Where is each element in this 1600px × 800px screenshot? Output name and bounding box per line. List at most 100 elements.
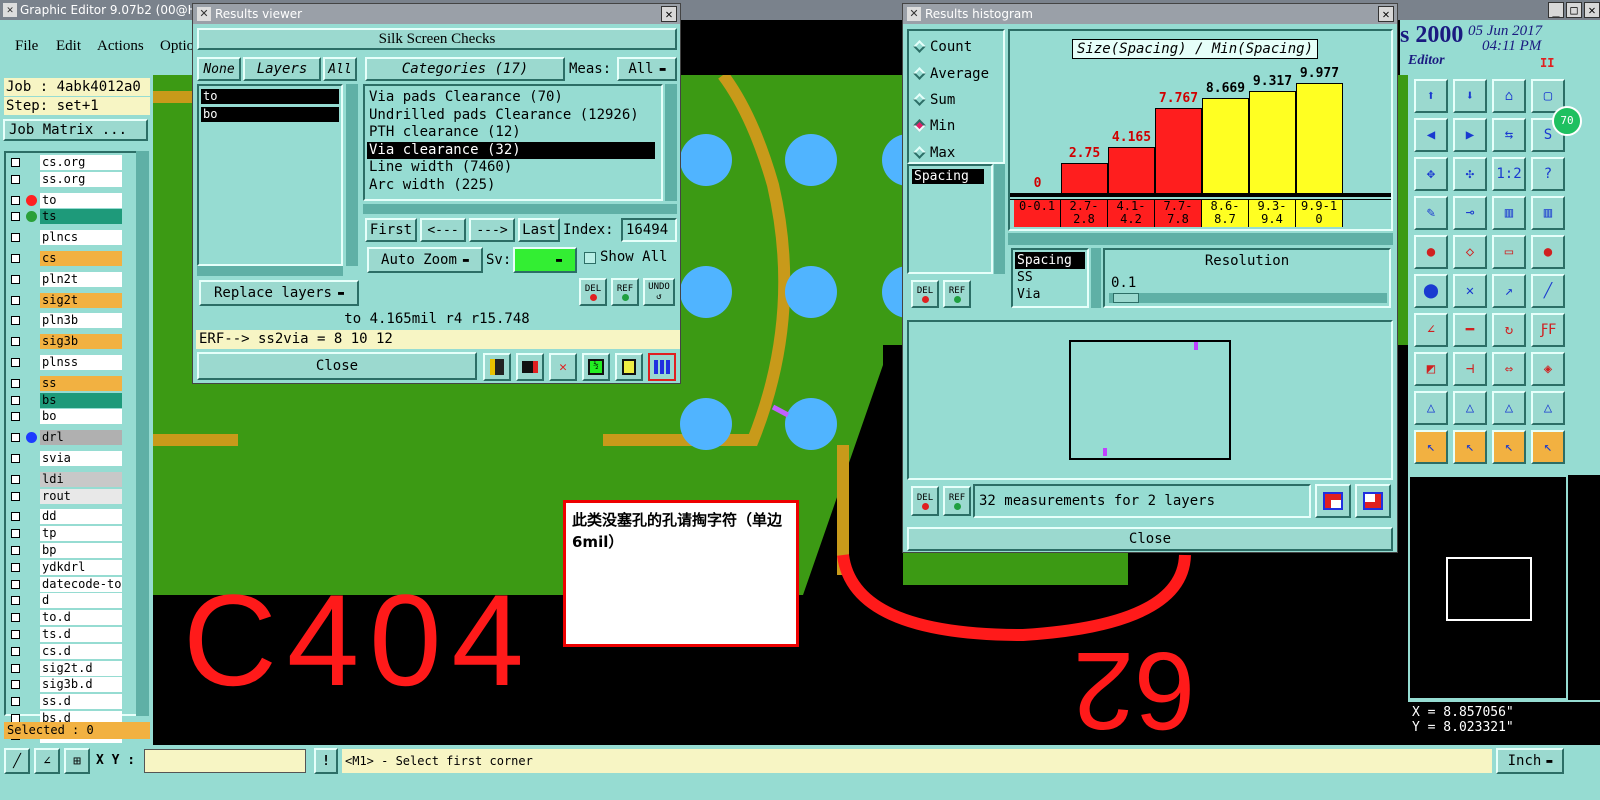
histogram-bar[interactable] — [1296, 83, 1343, 193]
tri3-icon[interactable]: △ — [1492, 391, 1526, 425]
next-result-button[interactable]: ---> — [469, 218, 515, 242]
wrench-icon[interactable]: ✎ — [1414, 196, 1448, 230]
rotate-icon[interactable]: ↻ — [1492, 313, 1526, 347]
rv-tool-5-icon[interactable] — [615, 353, 643, 381]
layer-row[interactable]: rout — [8, 488, 122, 504]
move-icon[interactable]: ↗ — [1492, 274, 1526, 308]
layers-none-button[interactable]: None — [197, 57, 241, 81]
xy-input[interactable] — [144, 749, 306, 773]
layer-checkbox[interactable] — [11, 663, 20, 673]
mode-min-radio[interactable]: Min — [913, 118, 955, 134]
layer-row[interactable]: cs.org — [8, 155, 122, 170]
layer-row[interactable]: bo — [8, 409, 122, 425]
layer-row[interactable]: plnss — [8, 355, 122, 370]
layer-row[interactable]: dd — [8, 509, 122, 525]
type-item-via[interactable]: Via — [1015, 286, 1085, 303]
layer-checkbox[interactable] — [11, 596, 20, 606]
layers-icon[interactable]: ▥ — [1492, 196, 1526, 230]
layer-row[interactable]: ldi — [8, 471, 122, 487]
layer-checkbox[interactable] — [11, 454, 20, 463]
hist-ref-button[interactable]: REF — [943, 280, 971, 308]
layer-checkbox[interactable] — [11, 546, 20, 555]
measure-icon[interactable]: ⇔ — [1492, 352, 1526, 386]
category-item[interactable]: Via pads Clearance (70) — [367, 89, 659, 107]
slash-icon[interactable]: ╱ — [1531, 274, 1565, 308]
mode-average-radio[interactable]: Average — [913, 66, 989, 82]
layer-checkbox[interactable] — [11, 233, 20, 243]
mode-count-radio[interactable]: Count — [913, 39, 972, 55]
arrow-right-icon[interactable]: ▶ — [1453, 118, 1487, 152]
line-tool-icon[interactable]: ╱ — [4, 748, 30, 774]
layer-row[interactable]: sig2t.d — [8, 660, 122, 676]
histogram-bar[interactable] — [1108, 147, 1155, 193]
category-list-vscroll[interactable] — [665, 84, 677, 201]
layer-checkbox[interactable] — [11, 646, 20, 656]
layer-checkbox[interactable] — [11, 337, 20, 347]
layer-checkbox[interactable] — [11, 474, 20, 484]
prev-result-button[interactable]: <--- — [420, 218, 466, 242]
grid-tool-icon[interactable]: ⊞ — [64, 748, 90, 774]
auto-zoom-dropdown[interactable]: Auto Zoom ▬ — [367, 247, 483, 273]
layer-row[interactable]: sig3b.d — [8, 677, 122, 693]
layer-row[interactable]: sig3b — [8, 334, 122, 350]
layer-row[interactable]: tp — [8, 526, 122, 542]
tri4-icon[interactable]: △ — [1531, 391, 1565, 425]
rv-tool-2-icon[interactable] — [516, 353, 544, 381]
shape-icon[interactable]: ◇ — [1453, 235, 1487, 269]
pointer3-icon[interactable]: ↖ — [1492, 430, 1526, 464]
layer-checkbox[interactable] — [11, 512, 20, 522]
sv-color-dropdown[interactable]: ▬ — [513, 247, 577, 273]
ratio-icon[interactable]: 1:2 — [1492, 157, 1526, 191]
trim-icon[interactable]: ⊣ — [1453, 352, 1487, 386]
angle-tool-icon[interactable]: ∠ — [34, 748, 60, 774]
layer-row[interactable]: datecode-to — [8, 576, 122, 592]
layer-checkbox[interactable] — [11, 697, 20, 707]
replace-layers-dropdown[interactable]: Replace layers ▬ — [199, 280, 359, 306]
layer-checkbox[interactable] — [11, 630, 20, 639]
category-item-selected[interactable]: Via clearance (32) — [367, 141, 655, 160]
layer-row[interactable]: ss.org — [8, 171, 122, 187]
layer-checkbox[interactable] — [11, 680, 20, 690]
undo-button[interactable]: UNDO ↺ — [643, 278, 675, 306]
layer-row[interactable]: pln2t — [8, 271, 122, 287]
arrow-left-icon[interactable]: ◀ — [1414, 118, 1448, 152]
job-matrix-button[interactable]: Job Matrix ... — [3, 119, 148, 141]
layer-row[interactable]: bs — [8, 392, 122, 408]
probe-icon[interactable]: ⊸ — [1453, 196, 1487, 230]
histogram-close-button[interactable]: Close — [907, 527, 1393, 551]
zoom-in-preview-icon[interactable] — [1315, 484, 1351, 518]
layers-all-button[interactable]: All — [323, 57, 357, 81]
histogram-bar[interactable] — [1061, 162, 1108, 193]
expand-icon[interactable]: ✥ — [1414, 157, 1448, 191]
category-item[interactable]: Undrilled pads Clearance (12926) — [367, 107, 659, 125]
layer-checkbox[interactable] — [11, 158, 20, 167]
overview-vscroll[interactable] — [1568, 475, 1600, 700]
layer-row[interactable]: ts.d — [8, 627, 122, 642]
layer-checkbox[interactable] — [11, 613, 20, 623]
layer-row[interactable]: pln3b — [8, 313, 122, 329]
swap-icon[interactable]: ⇆ — [1492, 118, 1526, 152]
layer-row[interactable]: ydkdrl — [8, 559, 122, 575]
window-menu-icon[interactable]: ✕ — [907, 7, 921, 21]
layer-checkbox[interactable] — [11, 316, 20, 326]
layer-checkbox[interactable] — [11, 412, 20, 422]
type-item-spacing[interactable]: Spacing — [1015, 252, 1085, 269]
layer-row[interactable]: ss — [8, 375, 122, 391]
pointer-icon[interactable]: ↖ — [1414, 430, 1448, 464]
maximize-button[interactable]: □ — [1566, 2, 1582, 18]
layer-row[interactable]: cs — [8, 251, 122, 266]
meas-dropdown[interactable]: All ▬ — [617, 57, 677, 81]
categories-header-button[interactable]: Categories (17) — [365, 57, 565, 81]
group-icon[interactable]: ◈ — [1531, 352, 1565, 386]
ff-icon[interactable]: ƑF — [1531, 313, 1565, 347]
layer-row[interactable]: drl — [8, 430, 122, 446]
alert-icon[interactable]: ! — [314, 748, 338, 774]
line-icon[interactable]: ━ — [1453, 313, 1487, 347]
close-main-button[interactable]: ✕ — [1584, 2, 1600, 18]
mode-max-radio[interactable]: Max — [913, 145, 955, 161]
layer-list-vscroll[interactable] — [346, 84, 358, 266]
layer-checkbox[interactable] — [11, 562, 20, 572]
layer-row[interactable]: plncs — [8, 230, 122, 246]
layer-result-bo[interactable]: bo — [201, 107, 339, 122]
layer-checkbox[interactable] — [11, 295, 20, 305]
